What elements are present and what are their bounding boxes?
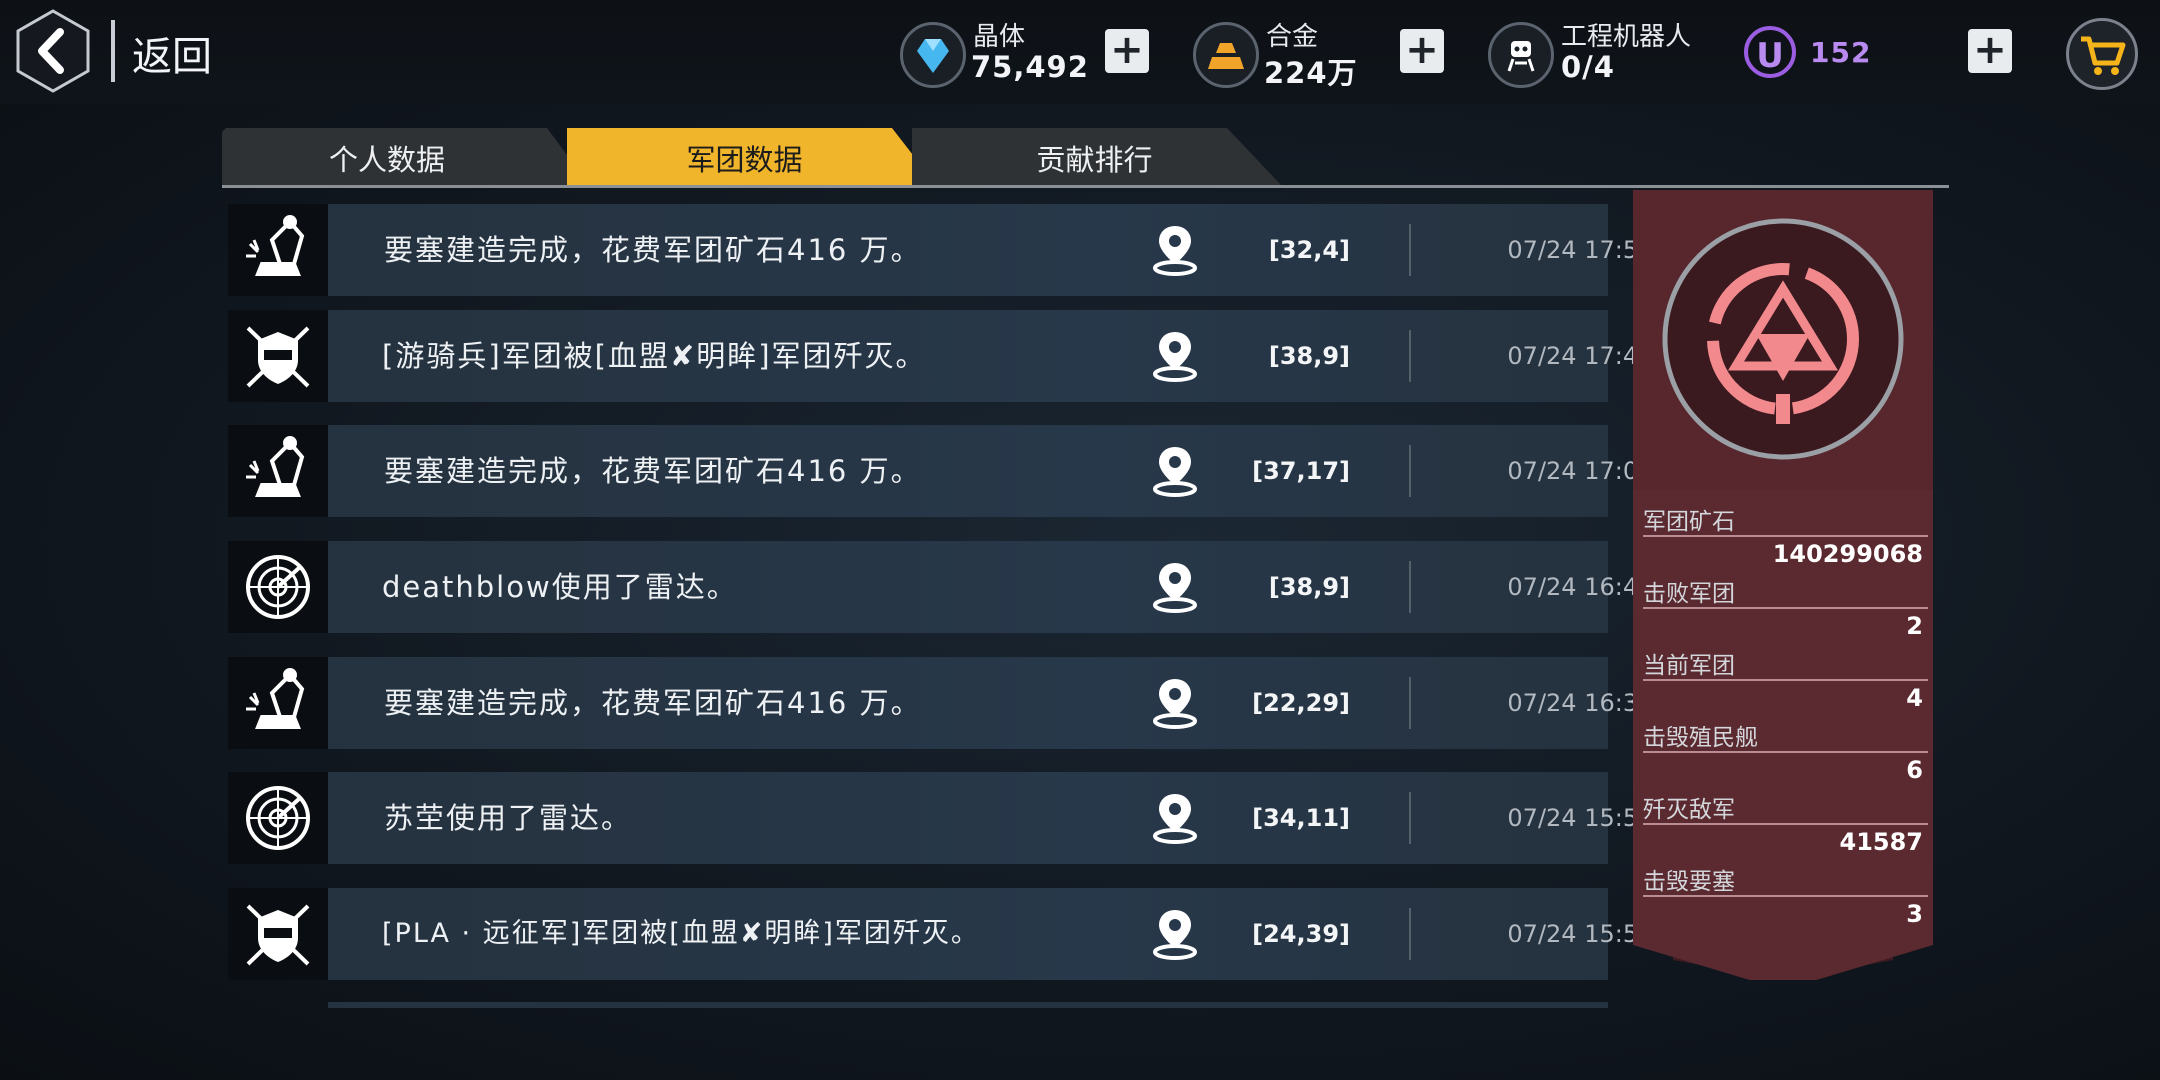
row-divider — [1409, 330, 1411, 382]
tab-personal-label: 个人数据 — [328, 143, 445, 177]
crystal-value: 75,492 — [971, 50, 1089, 84]
next-row-peek — [328, 1002, 1608, 1008]
log-row-body: [游骑兵]军团被[血盟✘明眸]军团歼灭。 [38,9] 07/24 17:49:… — [328, 310, 1692, 402]
divider — [111, 20, 115, 82]
stat-value: 2 — [1906, 612, 1923, 640]
log-coord[interactable]: [38,9] — [1190, 310, 1350, 402]
stat-divider — [1643, 751, 1928, 753]
log-row[interactable]: 要塞建造完成，花费军团矿石416 万。 [32,4] 07/24 17:50:3… — [228, 204, 1692, 296]
radar-icon — [228, 541, 328, 633]
log-text: [游骑兵]军团被[血盟✘明眸]军团歼灭。 — [382, 339, 927, 373]
log-row-body: deathblow使用了雷达。 [38,9] 07/24 16:42:44 — [328, 541, 1692, 633]
shop-cart-button[interactable] — [2066, 18, 2138, 90]
alloy-icon — [1193, 22, 1259, 88]
shield-swords-icon — [228, 310, 328, 402]
log-row[interactable]: deathblow使用了雷达。 [38,9] 07/24 16:42:44 — [228, 541, 1692, 633]
log-row-body: 要塞建造完成，花费军团矿石416 万。 [22,29] 07/24 16:30:… — [328, 657, 1692, 749]
top-bar: 返回 晶体 75,492 + 合金 224万 + 工程机器人 0/4 U 152… — [0, 0, 2160, 104]
row-divider — [1409, 445, 1411, 497]
log-coord[interactable]: [34,11] — [1190, 772, 1350, 864]
log-coord[interactable]: [37,17] — [1190, 425, 1350, 517]
log-row-body: 苏茔使用了雷达。 [34,11] 07/24 15:58:07 — [328, 772, 1692, 864]
crystal-label: 晶体 — [973, 22, 1026, 52]
stat-divider — [1643, 895, 1928, 897]
alloy-value: 224万 — [1264, 56, 1358, 90]
log-row[interactable]: 要塞建造完成，花费军团矿石416 万。 [22,29] 07/24 16:30:… — [228, 657, 1692, 749]
log-text: 要塞建造完成，花费军团矿石416 万。 — [384, 454, 922, 488]
log-row-body: 要塞建造完成，花费军团矿石416 万。 [37,17] 07/24 17:04:… — [328, 425, 1692, 517]
log-row-body: 要塞建造完成，花费军团矿石416 万。 [32,4] 07/24 17:50:3… — [328, 204, 1692, 296]
robot-label: 工程机器人 — [1561, 22, 1692, 52]
stat-label: 军团矿石 — [1643, 509, 1735, 535]
back-label[interactable]: 返回 — [132, 24, 212, 82]
add-u-coin-button[interactable]: + — [1968, 29, 2012, 73]
stat-divider — [1643, 679, 1928, 681]
alloy-label: 合金 — [1266, 22, 1319, 52]
robot-icon — [1488, 22, 1554, 88]
stat-label: 当前军团 — [1643, 653, 1735, 679]
stat-value: 6 — [1906, 756, 1923, 784]
legion-emblem-icon — [1660, 216, 1906, 462]
log-row[interactable]: 苏茔使用了雷达。 [34,11] 07/24 15:58:07 — [228, 772, 1692, 864]
stat-value: 3 — [1906, 900, 1923, 928]
log-coord[interactable]: [24,39] — [1190, 888, 1350, 980]
log-coord[interactable]: [32,4] — [1190, 204, 1350, 296]
stat-label: 击毁要塞 — [1643, 869, 1735, 895]
tab-contribution-ranking[interactable]: 贡献排行 — [912, 128, 1282, 186]
log-text: 要塞建造完成，花费军团矿石416 万。 — [384, 686, 922, 720]
log-row[interactable]: [PLA · 远征军]军团被[血盟✘明眸]军团歼灭。 [24,39] 07/24… — [228, 888, 1692, 980]
cart-icon — [2081, 36, 2126, 75]
stat-label: 歼灭敌军 — [1643, 797, 1735, 823]
stat-divider — [1643, 823, 1928, 825]
back-button[interactable] — [14, 8, 92, 94]
stat-value: 4 — [1906, 684, 1923, 712]
u-coin-value: 152 — [1810, 36, 1872, 69]
tab-legion-data[interactable]: 军团数据 — [567, 128, 937, 186]
crystal-icon — [900, 22, 966, 88]
row-divider — [1409, 792, 1411, 844]
stat-label: 击毁殖民舰 — [1643, 725, 1758, 751]
log-text: 苏茔使用了雷达。 — [384, 801, 633, 835]
tab-underline — [222, 185, 1949, 188]
log-text: 要塞建造完成，花费军团矿石416 万。 — [384, 233, 922, 267]
add-crystal-button[interactable]: + — [1105, 29, 1149, 73]
log-coord[interactable]: [38,9] — [1190, 541, 1350, 633]
stat-value: 41587 — [1839, 828, 1924, 856]
u-coin-icon: U — [1744, 26, 1796, 78]
shield-swords-icon — [228, 888, 328, 980]
legion-stats-panel: 军团矿石 140299068 击败军团 2 当前军团 4 击毁殖民舰 6 歼灭敌… — [1633, 190, 1933, 980]
radar-icon — [228, 772, 328, 864]
tab-personal-data[interactable]: 个人数据 — [222, 128, 590, 186]
row-divider — [1409, 677, 1411, 729]
row-divider — [1409, 224, 1411, 276]
stat-divider — [1643, 607, 1928, 609]
stat-value: 140299068 — [1772, 540, 1923, 568]
log-text: deathblow使用了雷达。 — [382, 570, 738, 604]
log-coord[interactable]: [22,29] — [1190, 657, 1350, 749]
stat-label: 击败军团 — [1643, 581, 1735, 607]
log-row[interactable]: [游骑兵]军团被[血盟✘明眸]军团歼灭。 [38,9] 07/24 17:49:… — [228, 310, 1692, 402]
robot-value: 0/4 — [1561, 50, 1615, 84]
log-row[interactable]: 要塞建造完成，花费军团矿石416 万。 [37,17] 07/24 17:04:… — [228, 425, 1692, 517]
tab-legion-label: 军团数据 — [686, 143, 803, 177]
robot-arm-icon — [228, 657, 328, 749]
robot-arm-icon — [228, 425, 328, 517]
log-text: [PLA · 远征军]军团被[血盟✘明眸]军团歼灭。 — [382, 918, 980, 949]
tab-contribution-label: 贡献排行 — [1036, 143, 1153, 177]
add-alloy-button[interactable]: + — [1400, 29, 1444, 73]
robot-arm-icon — [228, 204, 328, 296]
row-divider — [1409, 561, 1411, 613]
log-row-body: [PLA · 远征军]军团被[血盟✘明眸]军团歼灭。 [24,39] 07/24… — [328, 888, 1692, 980]
stat-divider — [1643, 535, 1928, 537]
row-divider — [1409, 908, 1411, 960]
